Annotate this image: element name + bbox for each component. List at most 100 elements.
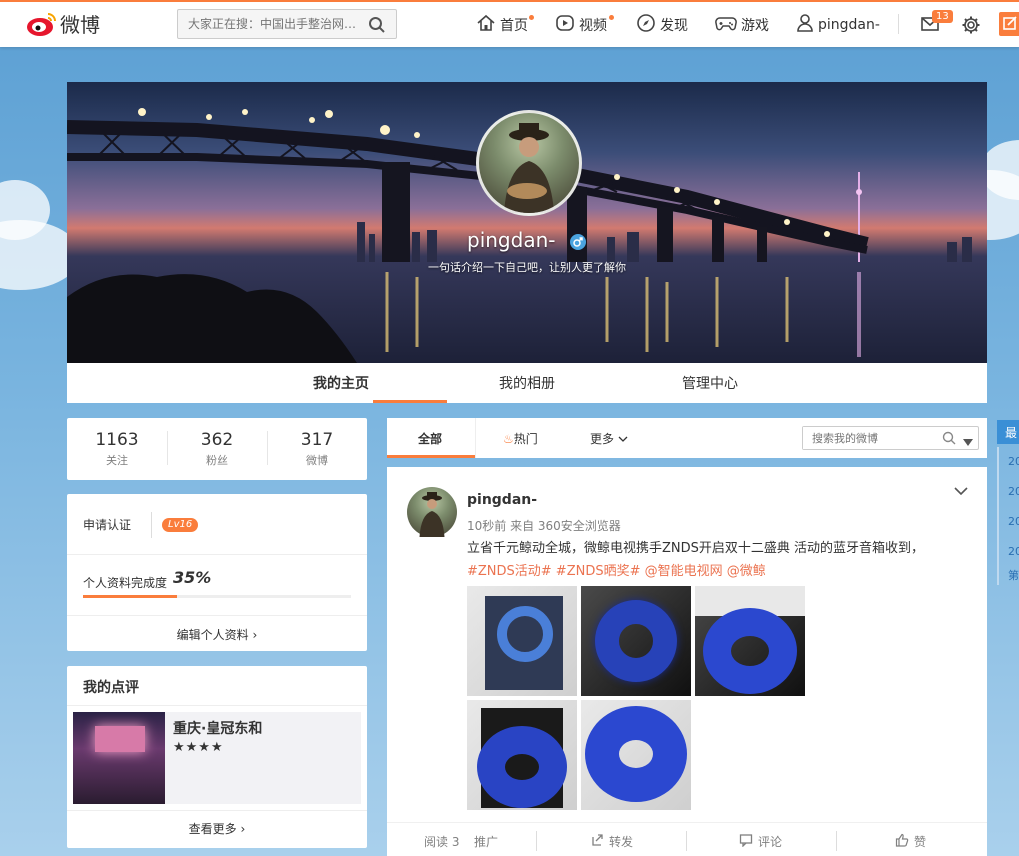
active-tab-indicator [373,400,447,403]
nav-discover[interactable]: 发现 [636,13,688,37]
nav-games-label: 游戏 [741,18,769,34]
feed-tab-more-label: 更多 [590,432,615,446]
repost-label: 转发 [609,835,634,849]
feed-tab-more[interactable]: 更多 [590,430,628,447]
stat-posts-count: 317 [300,430,334,450]
post-body: 立省千元鲸动全城，微鲸电视携手ZNDS开启双十二盛典 活动的蓝牙音箱收到， [467,541,925,556]
post-image[interactable] [467,586,577,696]
post-author-name[interactable]: pingdan- [467,492,537,508]
post-options-chevron-icon[interactable] [954,485,968,499]
stat-posts-label: 微博 [306,454,328,467]
stat-posts[interactable]: 317 微博 [267,418,367,480]
flame-icon: ♨ [503,432,514,446]
post-text: 立省千元鲸动全城，微鲸电视携手ZNDS开启双十二盛典 活动的蓝牙音箱收到， #Z… [467,537,972,583]
nav-home[interactable]: 首页 [476,13,528,37]
my-posts-search-input[interactable] [803,427,933,449]
timeline-date[interactable]: 20 [997,447,1019,477]
search-input[interactable] [178,10,358,38]
profile-info-panel: 申请认证 Lv16 个人资料完成度 35% 编辑个人资料 › [67,494,367,651]
feed-tab-hot[interactable]: ♨热门 [503,430,538,447]
profile-tab-bar: 我的主页 我的相册 管理中心 [67,363,987,403]
tab-management-center[interactable]: 管理中心 [682,373,738,393]
post-action-bar: 阅读 3 推广 转发 评论 赞 [387,822,987,856]
my-posts-search [802,426,979,450]
divider [67,554,367,555]
my-reviews-panel: 我的点评 重庆·皇冠东和 ★★★★ 查看更多 › [67,666,367,848]
review-place-name: 重庆·皇冠东和 [173,721,263,737]
search-icon[interactable] [368,16,386,37]
reviews-title: 我的点评 [83,680,139,696]
level-badge[interactable]: Lv16 [162,518,199,532]
feed-tab-all[interactable]: 全部 [418,430,442,447]
promote-button[interactable]: 推广 [474,833,498,850]
review-card[interactable]: 重庆·皇冠东和 ★★★★ [73,712,361,804]
post-read-count-label: 阅读 3 [424,835,460,849]
timeline-footer[interactable]: 第 [997,567,1019,585]
stat-following[interactable]: 1163 关注 [67,418,167,480]
post-image[interactable] [581,586,691,696]
compass-icon [636,13,656,37]
divider [836,831,837,851]
feed-filter-bar: 全部 ♨热门 更多 [387,418,987,458]
chevron-down-icon [618,432,628,446]
comment-button[interactable]: 评论 [739,833,782,850]
like-button[interactable]: 赞 [895,833,926,850]
view-more-reviews-link[interactable]: 查看更多 › [67,820,367,837]
gamepad-icon [715,13,737,37]
home-icon [476,13,496,37]
post-tags[interactable]: #ZNDS活动# #ZNDS晒奖# @智能电视网 @微鲸 [467,560,972,583]
tab-my-album[interactable]: 我的相册 [499,373,555,393]
divider [67,810,367,811]
divider [536,831,537,851]
chevron-right-icon: › [252,628,258,642]
apply-verification-link[interactable]: 申请认证 [83,516,131,533]
compose-button[interactable] [999,12,1019,36]
divider [475,418,476,458]
thumbs-up-icon [895,833,909,850]
nav-profile-label: pingdan- [818,17,880,33]
message-count-badge: 13 [932,10,953,23]
timeline-header[interactable]: 最 [997,420,1019,444]
top-navigation-bar: 微博 首页 视频 发现 游戏 pingdan- 13 [0,0,1019,47]
profile-username: pingdan- [467,228,556,252]
post-read-count: 阅读 3 [424,833,459,850]
like-label: 赞 [914,835,927,849]
nav-video[interactable]: 视频 [555,13,607,37]
view-more-label: 查看更多 [188,822,237,836]
video-icon [555,13,575,37]
divider [67,705,367,706]
post-image[interactable] [581,700,691,810]
timeline-date[interactable]: 20 [997,537,1019,567]
completion-label: 个人资料完成度 [83,576,168,590]
global-search [177,9,397,39]
nav-profile[interactable]: pingdan- [796,13,880,37]
male-gender-icon [570,234,586,250]
edit-profile-link[interactable]: 编辑个人资料 › [67,626,367,643]
dropdown-caret-icon[interactable] [963,435,973,449]
nav-divider [898,14,899,34]
tab-my-home[interactable]: 我的主页 [313,373,369,393]
timeline-date[interactable]: 20 [997,507,1019,537]
settings-button[interactable] [961,15,981,39]
timeline-date[interactable]: 20 [997,477,1019,507]
profile-intro[interactable]: 一句话介绍一下自己吧，让别人更了解你 [417,259,637,275]
feed-tab-hot-label: 热门 [513,432,538,446]
comment-icon [739,833,753,850]
repost-button[interactable]: 转发 [590,833,633,850]
divider [686,831,687,851]
search-icon[interactable] [942,431,956,448]
nav-discover-label: 发现 [660,18,688,34]
weibo-logo[interactable]: 微博 [26,9,100,38]
post-image[interactable] [695,586,805,696]
profile-avatar[interactable] [476,110,582,216]
post-author-avatar[interactable] [407,487,457,537]
gear-icon [961,15,981,39]
nav-games[interactable]: 游戏 [715,13,769,37]
stat-following-label: 关注 [106,454,128,467]
comment-label: 评论 [758,835,783,849]
divider [67,615,367,616]
feed-post: pingdan- 10秒前 来自 360安全浏览器 立省千元鲸动全城，微鲸电视携… [387,467,987,856]
review-rating-stars: ★★★★ [173,740,224,755]
post-image[interactable] [467,700,577,810]
stat-followers[interactable]: 362 粉丝 [167,418,267,480]
